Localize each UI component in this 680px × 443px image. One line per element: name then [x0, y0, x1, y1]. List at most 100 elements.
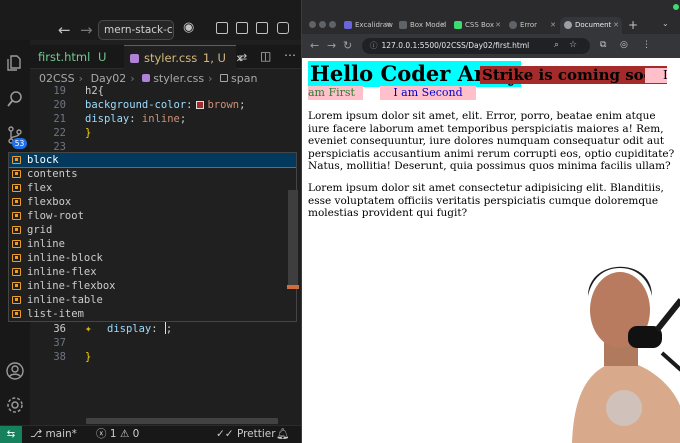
- error-marker: [287, 285, 299, 289]
- reload-icon[interactable]: ↻: [343, 39, 352, 52]
- enum-value-icon: [12, 268, 21, 276]
- search-icon[interactable]: ⌕: [554, 40, 559, 50]
- split-editor-icon[interactable]: ◫: [260, 49, 271, 63]
- suggestion-item[interactable]: block: [9, 153, 296, 168]
- enum-value-icon: [12, 156, 21, 164]
- color-swatch[interactable]: [196, 101, 205, 109]
- enum-value-icon: [12, 240, 21, 248]
- suggestion-widget: block contents flex flexbox flow-root gr…: [8, 152, 297, 322]
- tab-styler-css[interactable]: styler.css 1, U ✕: [124, 45, 244, 69]
- browser-tab[interactable]: Box Model ✕: [395, 17, 449, 34]
- branch-label: main*: [45, 428, 77, 440]
- extensions-icon[interactable]: ⧉: [600, 40, 606, 50]
- back-arrow-icon[interactable]: ←: [310, 39, 319, 52]
- code-line: 21 display: inline;: [30, 112, 290, 126]
- account-icon[interactable]: [6, 362, 24, 380]
- css-value: ;: [165, 323, 173, 335]
- browser-toolbar: ← → ↻ ⓘ 127.0.0.1:5500/02CSS/Day02/first.…: [302, 34, 680, 58]
- tab-first-html[interactable]: first.html U: [38, 45, 106, 69]
- status-bar: ⇆ ⎇ main* ⓧ 1 ⚠ 0 ✓✓ Prettier 🔔︎: [0, 425, 301, 443]
- menu-more-icon[interactable]: ⋮: [642, 40, 651, 50]
- suggestion-item[interactable]: flow-root: [9, 209, 296, 223]
- suggestion-label: inline-flex: [27, 266, 97, 278]
- line-number: 21: [53, 113, 66, 125]
- code-text: }: [85, 127, 92, 139]
- layout-panel-icon[interactable]: [236, 22, 248, 34]
- close-icon[interactable]: ✕: [495, 17, 501, 34]
- error-count: 1: [109, 428, 117, 440]
- branch-status[interactable]: ⎇ main*: [30, 426, 77, 443]
- layout-secondary-icon[interactable]: [256, 22, 268, 34]
- bookmark-star-icon[interactable]: ☆: [569, 40, 577, 50]
- suggestion-item[interactable]: grid: [9, 223, 296, 237]
- suggestion-label: grid: [27, 224, 53, 236]
- settings-gear-icon[interactable]: [6, 396, 24, 414]
- editor-tabs: first.html U styler.css 1, U ✕ ⇄ ◫ ⋯: [30, 45, 301, 69]
- line-number: 22: [53, 127, 66, 139]
- suggestion-item[interactable]: flexbox: [9, 195, 296, 209]
- suggestion-label: flow-root: [27, 210, 84, 222]
- tab-search-icon[interactable]: ⌄: [662, 19, 669, 28]
- enum-value-icon: [12, 184, 21, 192]
- suggestion-item[interactable]: inline-flexbox: [9, 279, 296, 293]
- forward-arrow-icon[interactable]: →: [327, 39, 336, 52]
- suggestion-item[interactable]: flex: [9, 181, 296, 195]
- horizontal-scrollbar[interactable]: [86, 418, 278, 424]
- enum-value-icon: [12, 282, 21, 290]
- enum-value-icon: [12, 198, 21, 206]
- new-tab-icon[interactable]: +: [628, 17, 638, 34]
- code-line: 19 h2{: [30, 84, 290, 98]
- compare-changes-icon[interactable]: ⇄: [238, 51, 247, 64]
- problems-status[interactable]: ⓧ 1 ⚠ 0: [96, 426, 139, 443]
- code-line: 22 }: [30, 126, 290, 140]
- remote-indicator-icon[interactable]: ⇆: [0, 426, 22, 443]
- line-number: 36: [53, 323, 66, 335]
- browser-tab[interactable]: CSS Box ✕: [450, 17, 504, 34]
- suggestion-item[interactable]: inline-flex: [9, 265, 296, 279]
- css-value: brown: [207, 99, 240, 111]
- layout-customize-icon[interactable]: [277, 22, 289, 34]
- suggestion-item[interactable]: inline-table: [9, 293, 296, 307]
- notifications-bell-icon[interactable]: 🔔︎: [276, 426, 289, 443]
- close-icon[interactable]: ✕: [550, 17, 556, 34]
- browser-tab[interactable]: Excalidraw ✕: [340, 17, 394, 34]
- window-zoom-icon[interactable]: [329, 21, 336, 28]
- layout-sidebar-icon[interactable]: [216, 22, 228, 34]
- close-icon[interactable]: ✕: [613, 17, 619, 34]
- search-icon[interactable]: [6, 90, 24, 108]
- forward-arrow-icon[interactable]: →: [80, 21, 93, 39]
- window-close-icon[interactable]: [309, 21, 316, 28]
- close-icon[interactable]: ✕: [385, 17, 391, 34]
- css-property: display: [85, 113, 130, 125]
- source-control-badge: 53: [12, 138, 27, 149]
- suggestion-item[interactable]: list-item: [9, 307, 296, 321]
- webcam-overlay: [552, 238, 680, 443]
- suggestion-item[interactable]: inline: [9, 237, 296, 251]
- browser-tab-active[interactable]: Document ✕: [560, 17, 622, 34]
- vscode-window: ← → mern-stack-cou ◉ 5: [0, 0, 301, 443]
- profile-icon[interactable]: ◎: [620, 40, 628, 50]
- paragraph: Lorem ipsum dolor sit amet, elit. Error,…: [308, 110, 675, 172]
- more-actions-icon[interactable]: ⋯: [284, 48, 296, 62]
- vertical-scrollbar[interactable]: [288, 190, 298, 285]
- page-favicon-icon: [454, 21, 462, 29]
- prettier-status[interactable]: ✓✓ Prettier: [216, 426, 276, 443]
- browser-tab[interactable]: Error ✕: [505, 17, 559, 34]
- copilot-icon[interactable]: ◉: [183, 20, 194, 35]
- explorer-icon[interactable]: [6, 54, 24, 72]
- tab-title: CSS Box: [465, 21, 495, 29]
- back-arrow-icon[interactable]: ←: [58, 21, 71, 39]
- enum-value-icon: [12, 170, 21, 178]
- site-info-icon[interactable]: ⓘ: [370, 41, 378, 50]
- suggestion-item[interactable]: contents: [9, 167, 296, 181]
- code-line: 37: [30, 336, 290, 350]
- line-number: 20: [53, 99, 66, 111]
- command-center[interactable]: mern-stack-cou: [98, 20, 174, 40]
- window-minimize-icon[interactable]: [319, 21, 326, 28]
- strike-heading: Strike is coming soon: [480, 66, 667, 84]
- copilot-sparkle-icon[interactable]: ✦: [85, 322, 92, 336]
- suggestion-item[interactable]: inline-block: [9, 251, 296, 265]
- globe-icon: [564, 21, 572, 29]
- tab-label: styler.css: [144, 51, 198, 65]
- close-icon[interactable]: ✕: [440, 17, 446, 34]
